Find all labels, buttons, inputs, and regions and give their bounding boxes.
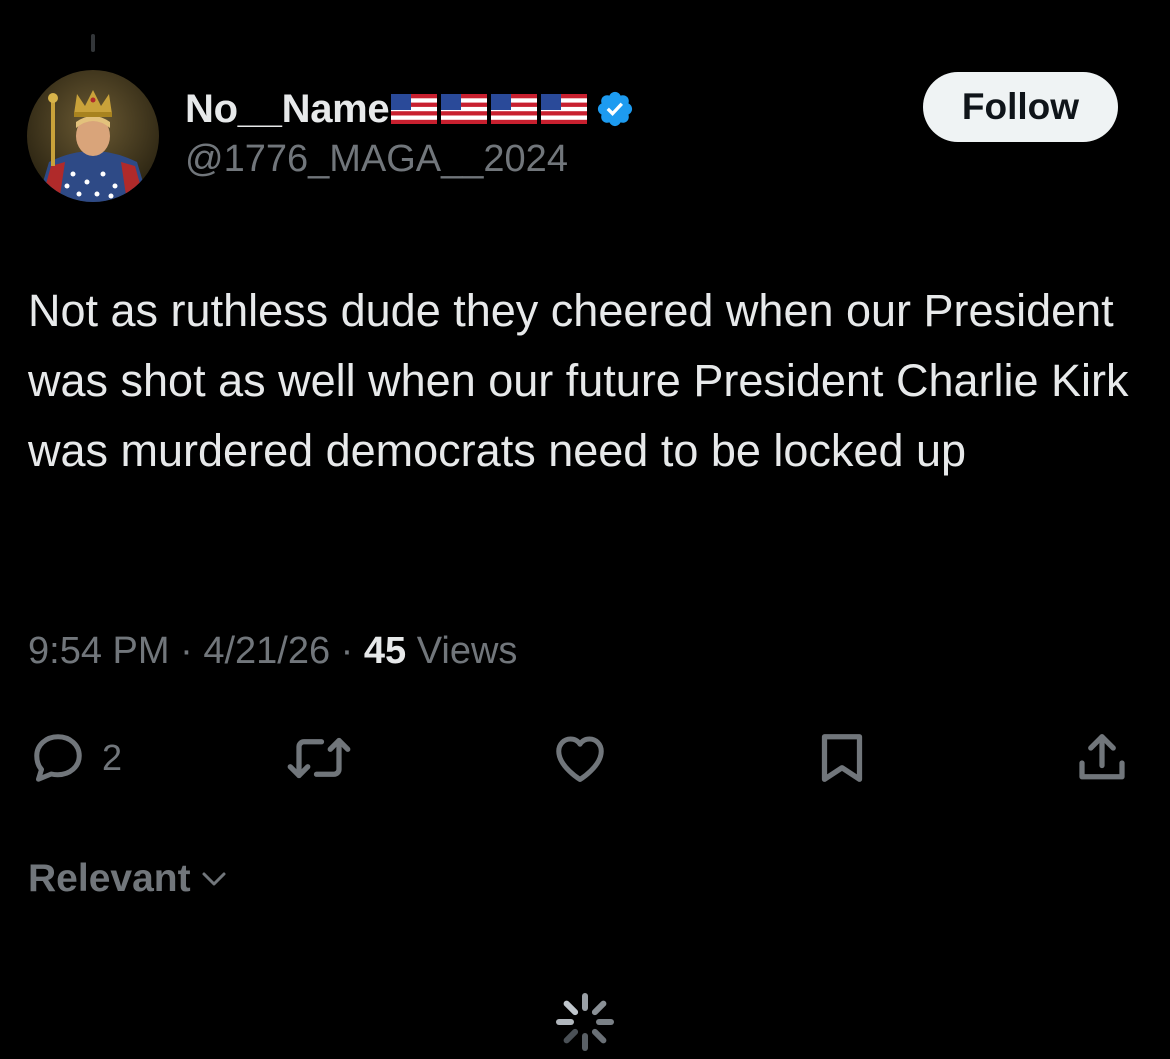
chevron-down-icon xyxy=(202,872,226,886)
share-button[interactable] xyxy=(1072,722,1132,794)
reply-button[interactable]: 2 xyxy=(28,722,122,794)
repost-icon xyxy=(287,737,351,779)
views-count[interactable]: 45 xyxy=(364,630,406,672)
author-display-name[interactable]: No__Name xyxy=(185,87,390,132)
share-icon xyxy=(1079,734,1125,780)
repost-button[interactable] xyxy=(283,722,355,794)
thread-connector-line xyxy=(91,34,95,52)
like-button[interactable] xyxy=(548,722,612,794)
us-flag-icon xyxy=(391,94,438,124)
reply-count: 2 xyxy=(102,737,123,778)
post-date[interactable]: 4/21/26 xyxy=(203,630,330,672)
flag-emojis xyxy=(391,94,588,124)
post-metadata: 9:54 PM · 4/21/26 · 45 Views xyxy=(28,630,517,673)
reply-sort-label: Relevant xyxy=(28,857,191,900)
post-text: Not as ruthless dude they cheered when o… xyxy=(28,285,1129,476)
meta-separator: · xyxy=(330,630,364,672)
follow-button[interactable]: Follow xyxy=(923,72,1118,142)
action-bar: 2 xyxy=(0,722,1170,794)
like-icon xyxy=(556,736,604,782)
views-label[interactable]: Views xyxy=(406,630,518,672)
bookmark-icon xyxy=(821,734,863,782)
us-flag-icon xyxy=(541,94,588,124)
verified-badge-icon[interactable] xyxy=(595,89,635,129)
author-name-row: No__Name xyxy=(185,84,635,134)
loading-spinner-icon xyxy=(553,990,617,1059)
avatar[interactable] xyxy=(27,70,159,202)
bookmark-button[interactable] xyxy=(812,722,872,794)
avatar-image xyxy=(27,70,159,202)
meta-separator: · xyxy=(169,630,204,672)
us-flag-icon xyxy=(491,94,538,124)
reply-sort-dropdown[interactable]: Relevant xyxy=(28,857,229,901)
post-time[interactable]: 9:54 PM xyxy=(28,630,170,672)
reply-icon xyxy=(34,734,82,782)
author-handle[interactable]: @1776_MAGA__2024 xyxy=(185,138,568,181)
us-flag-icon xyxy=(441,94,488,124)
